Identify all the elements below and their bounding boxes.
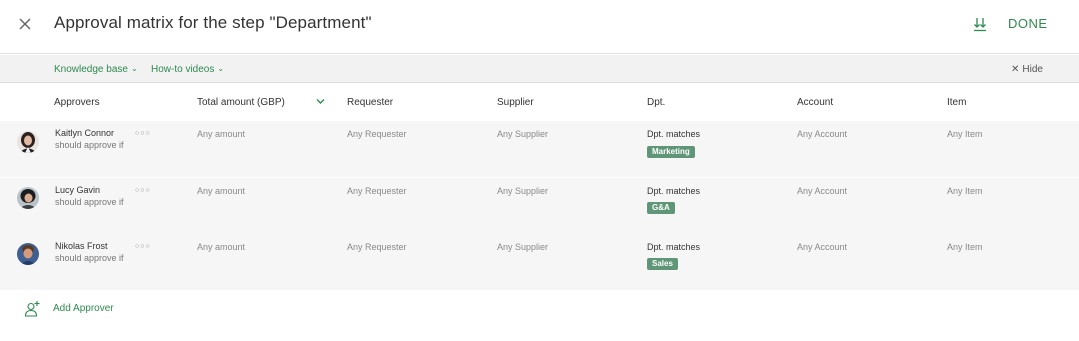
howto-videos-label: How-to videos: [151, 64, 215, 75]
requester-cell[interactable]: Any Requester: [347, 186, 407, 196]
approver-name: Lucy Gavin: [55, 185, 101, 195]
amount-cell[interactable]: Any amount: [197, 129, 245, 139]
department-tag: Sales: [647, 258, 678, 270]
approver-name: Kaitlyn Connor: [55, 128, 115, 138]
knowledge-base-label: Knowledge base: [54, 64, 128, 75]
done-button[interactable]: DONE: [1008, 16, 1048, 31]
dpt-cell[interactable]: Dpt. matches: [647, 186, 700, 196]
approver-name: Nikolas Frost: [55, 241, 108, 251]
account-cell[interactable]: Any Account: [797, 242, 847, 252]
close-icon[interactable]: [16, 15, 34, 33]
department-tag: Marketing: [647, 146, 695, 158]
item-cell[interactable]: Any Item: [947, 186, 983, 196]
requester-cell[interactable]: Any Requester: [347, 242, 407, 252]
column-header-item: Item: [947, 97, 967, 108]
approver-row[interactable]: Lucy Gavin should approve if ○○○ Any amo…: [0, 178, 1079, 234]
help-bar: Knowledge base ⌄ How-to videos ⌄ ✕ Hide: [0, 55, 1079, 83]
column-header-dpt: Dpt.: [647, 97, 666, 108]
approver-row[interactable]: Nikolas Frost should approve if ○○○ Any …: [0, 234, 1079, 290]
supplier-cell[interactable]: Any Supplier: [497, 242, 548, 252]
approver-condition-label: should approve if: [55, 197, 124, 207]
account-cell[interactable]: Any Account: [797, 186, 847, 196]
page-title: Approval matrix for the step "Department…: [54, 13, 372, 32]
avatar: [17, 187, 39, 209]
chevron-down-icon: ⌄: [130, 64, 138, 73]
supplier-cell[interactable]: Any Supplier: [497, 129, 548, 139]
knowledge-base-link[interactable]: Knowledge base ⌄: [54, 64, 138, 75]
add-user-icon: [24, 301, 40, 317]
hide-button[interactable]: ✕ Hide: [1011, 64, 1043, 75]
howto-videos-link[interactable]: How-to videos ⌄: [151, 64, 224, 75]
department-tag: G&A: [647, 202, 675, 214]
column-header-approvers: Approvers: [54, 97, 100, 108]
more-options-icon[interactable]: ○○○: [135, 243, 151, 250]
column-header-requester: Requester: [347, 97, 394, 108]
dpt-cell[interactable]: Dpt. matches: [647, 129, 700, 139]
item-cell[interactable]: Any Item: [947, 242, 983, 252]
amount-cell[interactable]: Any amount: [197, 242, 245, 252]
hide-label: Hide: [1022, 64, 1043, 75]
avatar: [17, 131, 39, 153]
approver-row[interactable]: Kaitlyn Connor should approve if ○○○ Any…: [0, 121, 1079, 177]
column-header-total-amount[interactable]: Total amount (GBP): [197, 97, 285, 108]
add-approver-label: Add Approver: [53, 303, 114, 314]
header-bar: Approval matrix for the step "Department…: [0, 0, 1079, 54]
approver-condition-label: should approve if: [55, 253, 124, 263]
column-header-account: Account: [797, 97, 834, 108]
requester-cell[interactable]: Any Requester: [347, 129, 407, 139]
sort-icon[interactable]: [972, 15, 988, 33]
chevron-down-icon[interactable]: [316, 98, 325, 105]
amount-cell[interactable]: Any amount: [197, 186, 245, 196]
close-icon: ✕: [1011, 64, 1020, 75]
chevron-down-icon: ⌄: [217, 64, 225, 73]
dpt-cell[interactable]: Dpt. matches: [647, 242, 700, 252]
item-cell[interactable]: Any Item: [947, 129, 983, 139]
approver-condition-label: should approve if: [55, 140, 124, 150]
avatar: [17, 243, 39, 265]
column-header-supplier: Supplier: [497, 97, 534, 108]
more-options-icon[interactable]: ○○○: [135, 130, 151, 137]
more-options-icon[interactable]: ○○○: [135, 187, 151, 194]
account-cell[interactable]: Any Account: [797, 129, 847, 139]
supplier-cell[interactable]: Any Supplier: [497, 186, 548, 196]
